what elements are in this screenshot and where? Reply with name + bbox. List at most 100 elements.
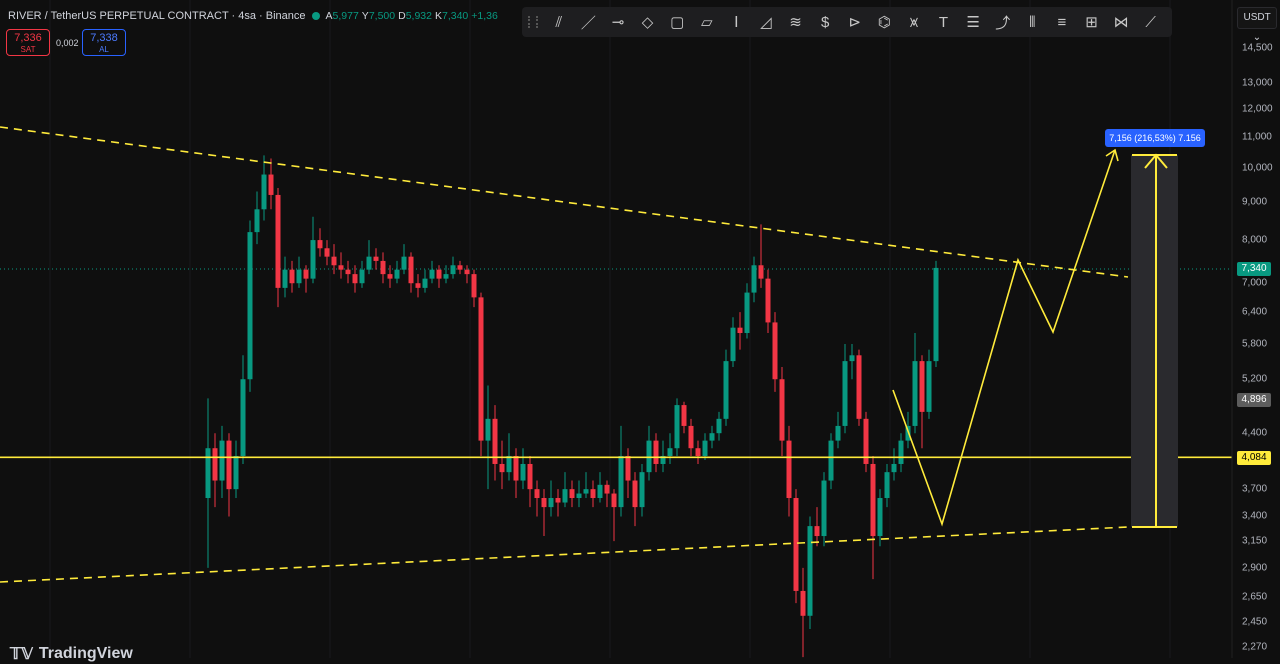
price-tick: 11,000 (1242, 131, 1272, 143)
candle-body (632, 480, 638, 508)
candle-body (296, 269, 302, 284)
candle-body (744, 292, 750, 334)
candle-body (499, 463, 505, 473)
bars-pattern-icon[interactable]: ⦀ (1018, 14, 1048, 31)
candle-body (289, 269, 295, 284)
candle-body (331, 256, 337, 266)
brush-icon[interactable]: ⟋ (1136, 14, 1166, 31)
triangle-icon[interactable]: ◿ (751, 13, 781, 31)
candle-body (772, 322, 778, 380)
candle-body (345, 269, 351, 275)
candle-body (814, 526, 820, 537)
candle-body (625, 456, 631, 481)
rectangle-icon[interactable]: ▢ (662, 13, 692, 31)
fib-retracement-icon[interactable]: ☰ (958, 13, 988, 31)
rotated-rectangle-icon[interactable]: ◇ (633, 13, 663, 31)
candle-body (443, 274, 449, 279)
candle-body (639, 472, 645, 508)
buy-label: AL (99, 45, 109, 54)
candle-body (478, 297, 484, 441)
polyline-arrow-icon[interactable]: ⤴ (988, 12, 1018, 33)
candle-body (723, 361, 729, 419)
sell-price: 7,336 (14, 32, 42, 44)
candle-body (380, 260, 386, 275)
candle-body (800, 590, 806, 616)
horizontal-line-price-label: 4,084 (1237, 451, 1271, 465)
candle-body (765, 278, 771, 323)
candle-body (310, 240, 316, 279)
crosshair-price-label: 4,896 (1237, 393, 1271, 407)
path-icon[interactable]: ⌬ (870, 13, 900, 31)
candle-body (870, 463, 876, 537)
low-key: D (398, 10, 406, 22)
long-position-icon[interactable]: ≡ (1047, 14, 1077, 31)
candle-body (261, 174, 267, 210)
last-price-label: 7,340 (1237, 262, 1271, 276)
candle-body (590, 489, 596, 499)
candle-body (366, 256, 372, 270)
candle-body (926, 361, 932, 412)
candle-body (933, 267, 939, 362)
high-key: Y (361, 10, 369, 22)
price-tick: 3,700 (1242, 483, 1268, 495)
candle-body (429, 269, 435, 279)
close-value: 7,340 (441, 10, 469, 22)
price-tick: 7,000 (1242, 277, 1268, 289)
price-tick: 5,800 (1242, 338, 1268, 350)
price-chart[interactable] (0, 0, 1280, 658)
candle-body (695, 448, 701, 457)
head-shoulders-icon[interactable]: ⩙ (899, 14, 929, 31)
candle-body (527, 463, 533, 490)
candle-body (779, 379, 785, 441)
candle-body (849, 355, 855, 362)
price-tick: 8,000 (1242, 234, 1268, 246)
drag-handle-icon[interactable] (528, 16, 538, 28)
candle-body (373, 256, 379, 261)
price-range-icon[interactable]: Ⅰ (722, 13, 752, 31)
text-icon[interactable]: T (929, 14, 959, 31)
candle-body (205, 448, 211, 499)
candle-body (856, 355, 862, 419)
candle-body (338, 265, 344, 270)
price-tick: 2,650 (1242, 591, 1268, 603)
candle-body (912, 361, 918, 426)
close-key: K (434, 10, 442, 22)
candle-body (576, 493, 582, 499)
currency-label: USDT (1243, 12, 1271, 23)
price-tick: 12,000 (1242, 103, 1273, 115)
horizontal-ray-icon[interactable]: ⊸ (603, 13, 633, 31)
trend-line-icon[interactable]: ／ (574, 12, 604, 33)
candle-body (401, 256, 407, 270)
price-tick: 14,500 (1242, 42, 1273, 54)
trend-line-pair-icon[interactable]: ⫽ (544, 14, 574, 31)
spread-value: 0,002 (56, 38, 79, 48)
symbol-title[interactable]: RIVER / TetherUS PERPETUAL CONTRACT · 4s… (8, 10, 306, 22)
candle-body (681, 405, 687, 426)
currency-dropdown[interactable]: USDT ⌄ (1237, 7, 1277, 43)
candle-body (688, 425, 694, 449)
fib-channel-icon[interactable]: ≋ (781, 13, 811, 31)
candle-body (751, 265, 757, 293)
candle-body (485, 418, 491, 441)
sell-button[interactable]: 7,336 SAT (6, 29, 50, 56)
candle-body (415, 283, 421, 288)
parallel-channel-icon[interactable]: ▱ (692, 13, 722, 31)
measure-label: 7,156 (216,53%) 7.156 (1105, 129, 1205, 147)
price-tick: 6,400 (1242, 306, 1268, 318)
price-tick: 3,150 (1242, 535, 1268, 547)
candle-body (716, 418, 722, 434)
xabcd-pattern-icon[interactable]: ⋈ (1106, 13, 1136, 31)
candle-body (730, 327, 736, 362)
buy-button[interactable]: 7,338 AL (82, 29, 126, 56)
candle-body (226, 440, 232, 490)
low-value: 5,932 (405, 10, 432, 22)
date-price-range-icon[interactable]: ⊞ (1077, 13, 1107, 31)
candle-body (387, 274, 393, 279)
candle-body (240, 379, 246, 457)
price-label-icon[interactable]: $ (810, 14, 840, 31)
candle-body (548, 498, 554, 508)
candle-body (842, 361, 848, 426)
candle-body (247, 232, 253, 380)
pitchfork-icon[interactable]: ⊳ (840, 13, 870, 31)
candle-body (562, 489, 568, 503)
